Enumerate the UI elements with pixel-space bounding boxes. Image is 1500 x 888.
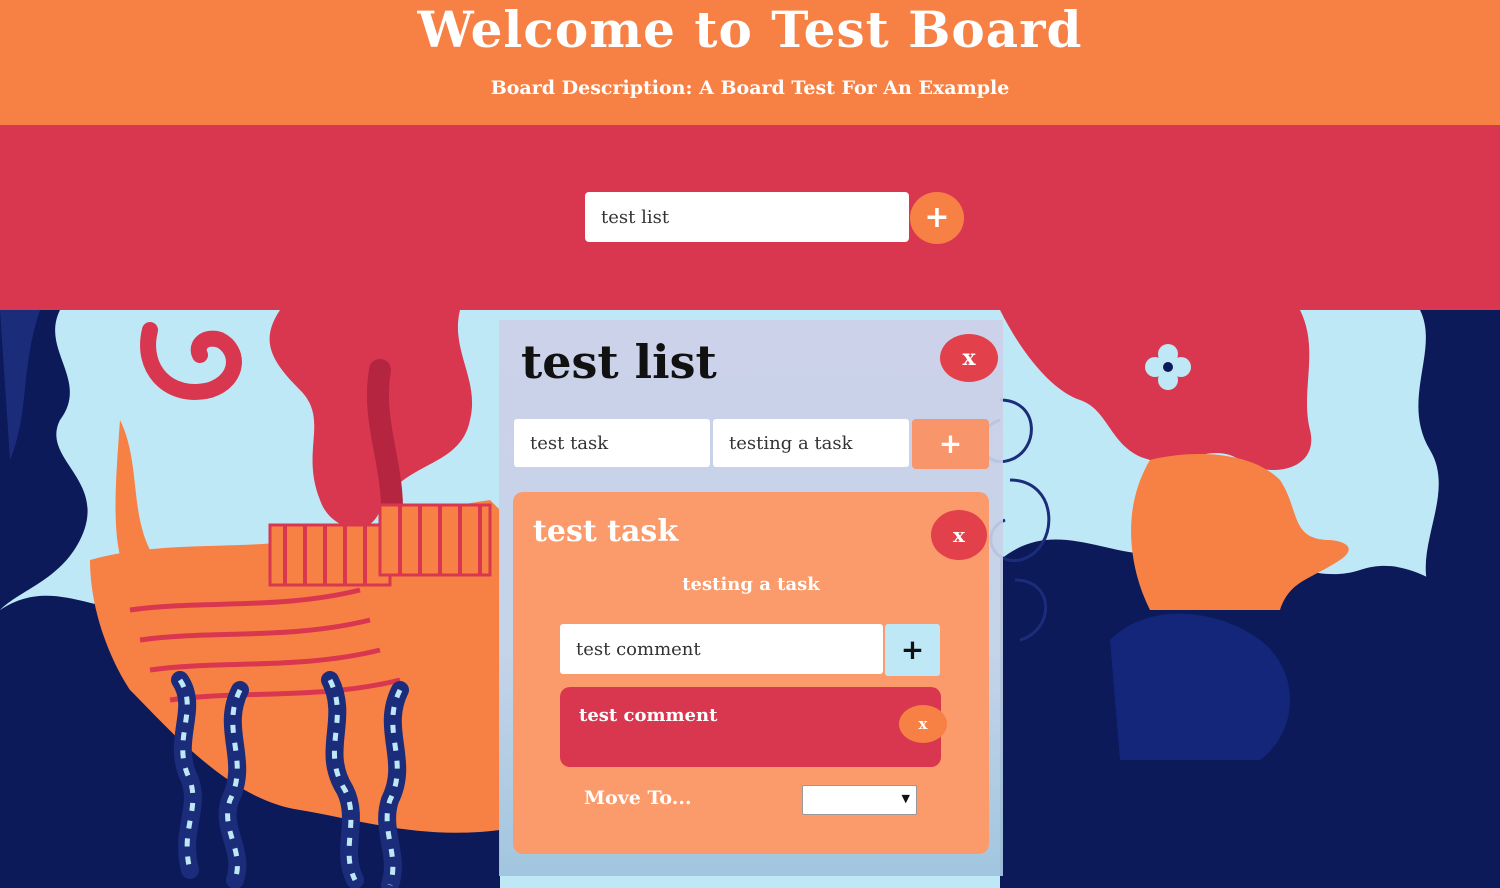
comment-input[interactable] xyxy=(560,624,883,674)
add-list-button[interactable]: + xyxy=(910,192,964,244)
task-card: test task x testing a task + test commen… xyxy=(513,492,989,854)
new-list-input[interactable] xyxy=(585,192,909,242)
delete-task-button[interactable]: x xyxy=(931,510,987,560)
move-to-label: Move To... xyxy=(584,787,692,809)
board-description: Board Description: A Board Test For An E… xyxy=(490,77,1010,99)
task-description-input[interactable] xyxy=(713,419,909,467)
task-name-input[interactable] xyxy=(514,419,710,467)
task-description: testing a task xyxy=(682,574,820,595)
comment-card: test comment x xyxy=(560,687,947,767)
board-title: Welcome to Test Board xyxy=(417,0,1083,59)
add-task-button[interactable]: + xyxy=(912,419,989,469)
delete-list-button[interactable]: x xyxy=(940,334,998,382)
board-header: Welcome to Test Board Board Description:… xyxy=(0,0,1500,125)
add-comment-button[interactable]: + xyxy=(885,624,940,676)
comment-text: test comment xyxy=(579,705,718,726)
list-card: test list x + test task x testing a task… xyxy=(499,320,1003,876)
task-title: test task xyxy=(533,514,679,549)
list-title: test list xyxy=(521,335,717,389)
dropdown-arrow-icon: ▼ xyxy=(901,792,910,805)
move-to-select[interactable]: ▼ xyxy=(802,785,917,815)
delete-comment-button[interactable]: x xyxy=(899,705,947,743)
